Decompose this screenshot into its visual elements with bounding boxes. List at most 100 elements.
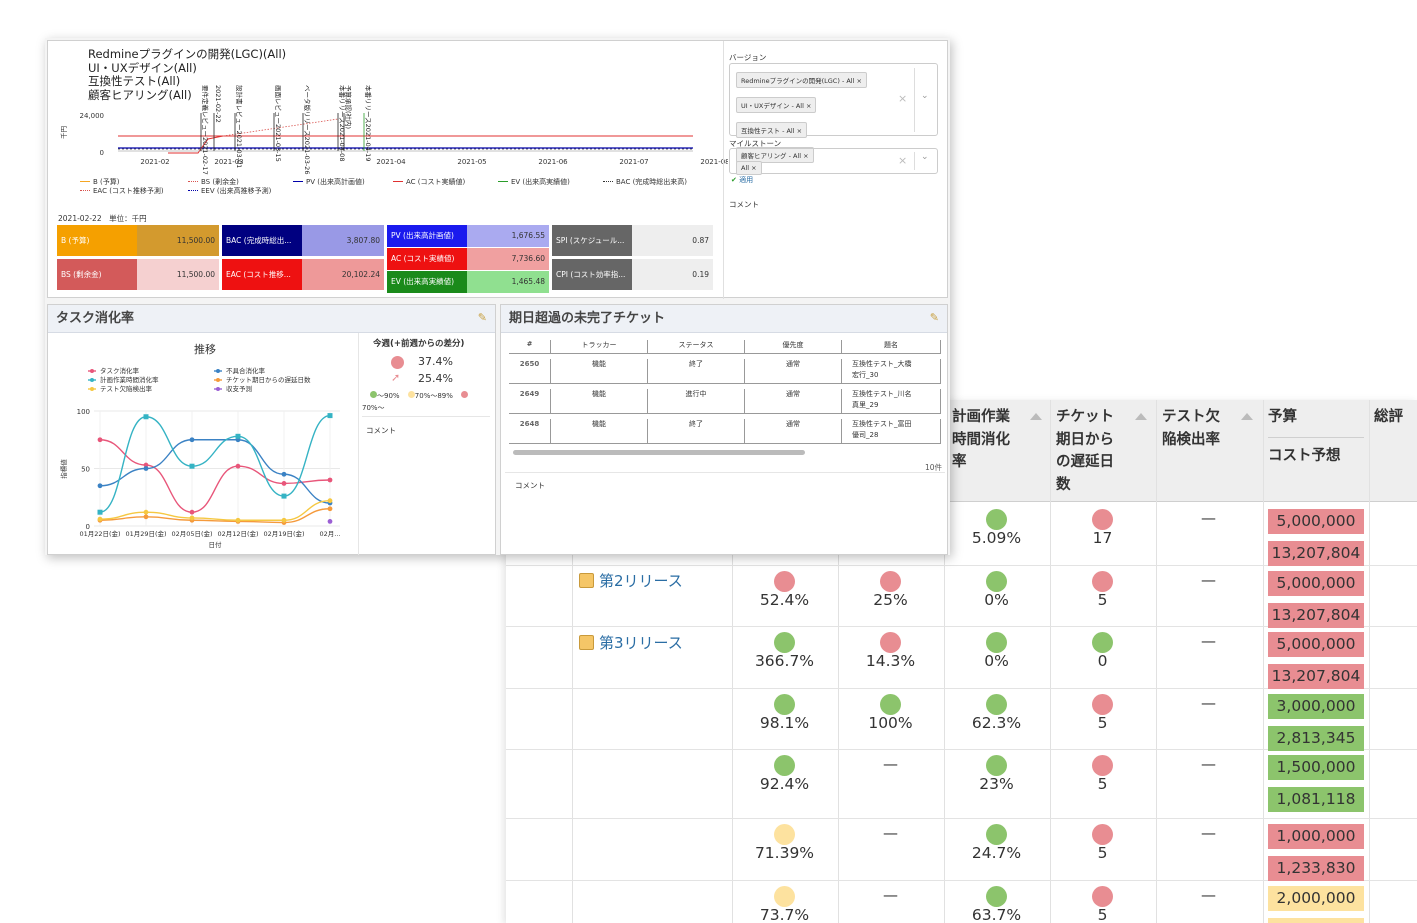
- data-point: [327, 477, 333, 483]
- ticket-cell-priority: 通常: [745, 359, 842, 383]
- kpi-label: CPI (コスト効率指...: [552, 259, 632, 290]
- ticket-column-header[interactable]: #: [509, 340, 551, 354]
- legend-marker: [90, 369, 94, 373]
- legend-item[interactable]: EEV (出来高推移予測): [188, 186, 271, 196]
- legend-item[interactable]: EV (出来高実績値): [498, 177, 570, 187]
- legend-item[interactable]: AC (コスト実績値): [393, 177, 465, 187]
- milestone-label: ベータ版リリース2021-03-26: [303, 85, 312, 174]
- metric-value: 0: [1097, 652, 1108, 670]
- sort-icon[interactable]: [1241, 413, 1253, 420]
- ticket-column-header[interactable]: 題名: [842, 340, 941, 354]
- header-cost-forecast[interactable]: コスト予想: [1268, 445, 1341, 468]
- kpi-label: SPI (スケジュール...: [552, 225, 632, 256]
- version-tag[interactable]: 互換性テスト - All ×: [736, 122, 808, 138]
- version-select[interactable]: Redmineプラグインの開発(LGC) - All × UI・UXデザイン - …: [729, 63, 938, 163]
- kpi-b: B (予算) 11,500.00: [57, 225, 219, 256]
- legend-label: 収支予測: [226, 384, 252, 393]
- legend-label: テスト欠陥検出率: [100, 384, 153, 393]
- milestone-tag[interactable]: All ×: [736, 161, 762, 175]
- status-dot: [1092, 694, 1113, 715]
- status-dot: [986, 571, 1007, 592]
- yellow-dot: [407, 391, 415, 398]
- y-axis-label: 指標値: [59, 459, 68, 479]
- task-trend-chart: 10050001月22日(金) 01月29日(金) 02月05日(金) 02月12日(…: [59, 366, 340, 549]
- ticket-cell-id[interactable]: 2649: [509, 389, 551, 413]
- status-dot: [986, 694, 1007, 715]
- ticket-column-header[interactable]: 優先度: [745, 340, 842, 354]
- ticket-column-header[interactable]: ステータス: [648, 340, 745, 354]
- budget-value: 5,000,000: [1268, 632, 1364, 657]
- metric-value: 366.7%: [754, 652, 815, 670]
- milestone-label: 設計書レビュー2021-03-01: [235, 85, 244, 168]
- ticket-cell-subject[interactable]: 互換性テスト_大橋 宏行_30: [842, 359, 941, 383]
- status-dot: [391, 356, 404, 369]
- metric-value: 5: [1097, 906, 1108, 923]
- threshold-red: 70%〜: [362, 404, 385, 412]
- version-tag[interactable]: UI・UXデザイン - All ×: [736, 97, 817, 113]
- status-dot: [986, 886, 1007, 907]
- clear-icon[interactable]: ×: [898, 154, 907, 167]
- ticket-cell-subject[interactable]: 互換性テスト_川名 真里_29: [842, 389, 941, 413]
- legend-marker: [90, 378, 94, 382]
- filter-divider: [723, 41, 724, 299]
- release-link[interactable]: 第2リリース: [579, 570, 683, 591]
- chevron-down-icon[interactable]: ⌄: [921, 91, 929, 101]
- metric-value: 17: [1092, 529, 1113, 547]
- pencil-icon[interactable]: ✎: [930, 311, 939, 324]
- legend-label: AC (コスト実績値): [406, 178, 466, 186]
- arrow-up-icon: ➚: [391, 371, 401, 384]
- legend-item[interactable]: BAC (完成時総出来高): [603, 177, 687, 187]
- select-divider: [914, 152, 915, 170]
- legend-marker: [216, 387, 220, 391]
- ticket-cell-id[interactable]: 2650: [509, 359, 551, 383]
- status-dot: [880, 632, 901, 653]
- milestone-label: 画面レビュー2021-03-15: [274, 85, 283, 162]
- kpi-bac: BAC (完成時総出... 3,807.80: [222, 225, 384, 256]
- scrollbar[interactable]: [513, 450, 805, 455]
- pencil-icon[interactable]: ✎: [478, 311, 487, 324]
- kpi-value: 3,807.80: [346, 236, 380, 245]
- header-defect-rate[interactable]: テスト欠 陥検出率: [1162, 406, 1220, 451]
- data-point: [281, 471, 287, 477]
- milestone-label: 要件定義レビュー2021-02-17: [201, 85, 210, 175]
- defect-rate-value: —: [1201, 886, 1216, 904]
- sort-icon[interactable]: [1030, 413, 1042, 420]
- milestone-select[interactable]: All × × ⌄: [729, 148, 938, 175]
- cost-forecast-value: 13,207,804: [1268, 664, 1364, 689]
- legend-label: EEV (出来高推移予測): [201, 187, 272, 195]
- legend-item[interactable]: EAC (コスト推移予測): [80, 186, 164, 196]
- y-tick: 0: [100, 149, 104, 157]
- series-line: [99, 508, 331, 524]
- x-tick-label: 2021-03: [214, 158, 243, 166]
- kpi-ev: EV (出来高実績値) 1,465.48: [387, 271, 549, 293]
- legend-item[interactable]: PV (出来高計画値): [293, 177, 365, 187]
- ticket-cell-subject[interactable]: 互換性テスト_富田 優司_28: [842, 419, 941, 443]
- apply-link[interactable]: ✔ 適用: [731, 175, 753, 185]
- data-point: [327, 506, 333, 512]
- chevron-down-icon[interactable]: ⌄: [921, 152, 929, 162]
- kpi-label: EAC (コスト推移...: [222, 259, 302, 290]
- cost-forecast-value: 13,207,804: [1268, 603, 1364, 628]
- kpi-value: 11,500.00: [176, 236, 215, 245]
- ticket-column-header[interactable]: トラッカー: [551, 340, 648, 354]
- release-link[interactable]: 第3リリース: [579, 632, 683, 653]
- ticket-cell-id[interactable]: 2648: [509, 419, 551, 443]
- data-point: [143, 514, 149, 520]
- clear-icon[interactable]: ×: [898, 92, 907, 105]
- budget-value: 1,000,000: [1268, 824, 1364, 849]
- header-delay-days[interactable]: チケット 期日から の遅延日 数: [1056, 406, 1114, 496]
- status-dot: [986, 824, 1007, 845]
- legend-label: チケット期日からの遅延日数: [226, 375, 311, 384]
- x-tick-label: 2021-06: [538, 158, 568, 166]
- version-tag[interactable]: Redmineプラグインの開発(LGC) - All ×: [736, 72, 867, 88]
- summary-value: 25.4%: [418, 372, 453, 385]
- header-budget[interactable]: 予算: [1268, 406, 1297, 429]
- header-plan-hours[interactable]: 計画作業 時間消化 率: [952, 406, 1010, 474]
- header-overall[interactable]: 総評: [1374, 406, 1403, 429]
- kpi-value: 1,465.48: [511, 277, 545, 286]
- sort-icon[interactable]: [1135, 413, 1147, 420]
- ticket-panel-title: 期日超過の未完了チケット: [501, 305, 947, 333]
- status-dot: [1092, 824, 1113, 845]
- header-divider: [1268, 437, 1364, 438]
- row-divider: [509, 413, 941, 414]
